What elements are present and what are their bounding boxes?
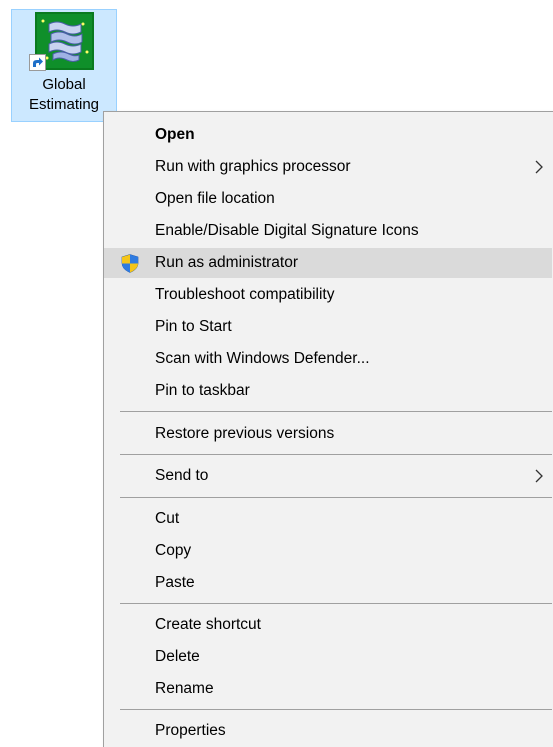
desktop: Global Estimating Open Run with graphics…	[0, 0, 553, 747]
menu-item-label: Copy	[155, 542, 192, 559]
menu-item-label: Open	[155, 126, 195, 143]
menu-item-create-shortcut[interactable]: Create shortcut	[104, 610, 552, 640]
menu-item-pin-to-start[interactable]: Pin to Start	[104, 312, 552, 342]
menu-item-run-with-graphics-processor[interactable]: Run with graphics processor	[104, 152, 552, 182]
menu-item-label: Restore previous versions	[155, 425, 335, 442]
menu-item-properties[interactable]: Properties	[104, 716, 552, 746]
chevron-right-icon	[535, 160, 543, 174]
context-menu: Open Run with graphics processor Open fi…	[103, 111, 553, 747]
menu-item-label: Properties	[155, 722, 226, 739]
menu-separator	[120, 497, 552, 498]
menu-item-troubleshoot-compatibility[interactable]: Troubleshoot compatibility	[104, 280, 552, 310]
menu-separator	[120, 454, 552, 455]
menu-item-run-as-administrator[interactable]: Run as administrator	[104, 248, 552, 278]
menu-item-paste[interactable]: Paste	[104, 568, 552, 598]
menu-item-label: Create shortcut	[155, 616, 261, 633]
desktop-shortcut-global-estimating[interactable]: Global Estimating	[11, 9, 117, 122]
menu-item-label: Pin to taskbar	[155, 382, 250, 399]
menu-separator	[120, 411, 552, 412]
menu-item-label: Pin to Start	[155, 318, 232, 335]
chevron-right-icon	[535, 469, 543, 483]
menu-item-label: Open file location	[155, 190, 275, 207]
menu-item-label: Enable/Disable Digital Signature Icons	[155, 222, 419, 239]
shortcut-arrow-icon	[29, 54, 46, 71]
menu-item-send-to[interactable]: Send to	[104, 461, 552, 491]
menu-item-label: Cut	[155, 510, 180, 527]
menu-item-rename[interactable]: Rename	[104, 674, 552, 704]
menu-item-label: Delete	[155, 648, 200, 665]
menu-item-open[interactable]: Open	[104, 120, 552, 150]
menu-item-cut[interactable]: Cut	[104, 504, 552, 534]
menu-item-label: Scan with Windows Defender...	[155, 350, 370, 367]
shortcut-label-line1: Global	[42, 76, 86, 93]
uac-shield-icon	[121, 254, 139, 273]
menu-item-copy[interactable]: Copy	[104, 536, 552, 566]
menu-item-label: Run with graphics processor	[155, 158, 351, 175]
menu-item-signature-icons[interactable]: Enable/Disable Digital Signature Icons	[104, 216, 552, 246]
menu-item-delete[interactable]: Delete	[104, 642, 552, 672]
shortcut-label-line2: Estimating	[28, 96, 100, 113]
menu-item-pin-to-taskbar[interactable]: Pin to taskbar	[104, 376, 552, 406]
menu-separator	[120, 709, 552, 710]
menu-item-scan-with-defender[interactable]: Scan with Windows Defender...	[104, 344, 552, 374]
shortcut-label: Global Estimating	[12, 75, 116, 115]
menu-separator	[120, 603, 552, 604]
menu-item-open-file-location[interactable]: Open file location	[104, 184, 552, 214]
menu-item-label: Paste	[155, 574, 195, 591]
menu-item-label: Rename	[155, 680, 214, 697]
menu-item-restore-previous-versions[interactable]: Restore previous versions	[104, 419, 552, 449]
menu-item-label: Troubleshoot compatibility	[155, 286, 335, 303]
menu-item-label: Run as administrator	[155, 254, 299, 271]
menu-item-label: Send to	[155, 467, 209, 484]
